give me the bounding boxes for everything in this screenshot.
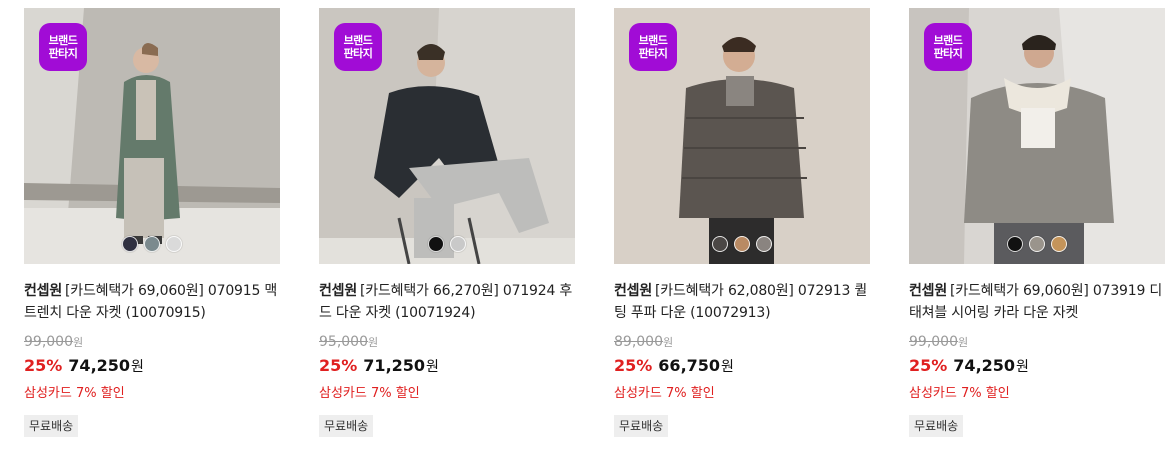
brand-name: 컨셉원 [614, 283, 653, 299]
discount-rate: 25% [24, 356, 63, 375]
color-swatches [319, 236, 575, 252]
product-card[interactable]: 브랜드 판타지 컨셉원 [카드혜택가 66,270원] 071924 후드 다운 … [319, 8, 575, 448]
product-card[interactable]: 브랜드 판타지 컨셉원 [카드혜택가 69,060원] 073919 디태쳐블 시… [909, 8, 1165, 448]
free-shipping-tag: 무료배송 [24, 415, 79, 437]
price-value: 66,750 [658, 356, 721, 375]
currency-unit: 원 [1016, 359, 1029, 375]
original-price-value: 99,000 [909, 334, 958, 350]
card-benefit: 삼성카드 7% 할인 [319, 386, 420, 401]
brand-name: 컨셉원 [909, 283, 948, 299]
color-swatch[interactable] [1029, 236, 1045, 252]
original-price: 95,000원 [319, 332, 575, 352]
original-price-value: 95,000 [319, 334, 368, 350]
price-value: 74,250 [68, 356, 131, 375]
color-swatch[interactable] [428, 236, 444, 252]
product-card[interactable]: 브랜드 판타지 컨셉원 [카드혜택가 69,060원] 070915 맥 트렌치 … [24, 8, 280, 448]
price-value: 74,250 [953, 356, 1016, 375]
brand-fantasy-badge: 브랜드 판타지 [334, 23, 382, 71]
free-shipping-tag: 무료배송 [909, 415, 964, 437]
color-swatch[interactable] [450, 236, 466, 252]
badge-line1: 브랜드 [638, 34, 668, 47]
product-image[interactable]: 브랜드 판타지 [24, 8, 280, 264]
original-price: 99,000원 [24, 332, 280, 352]
badge-line1: 브랜드 [343, 34, 373, 47]
brand-fantasy-badge: 브랜드 판타지 [39, 23, 87, 71]
color-swatch[interactable] [166, 236, 182, 252]
currency-unit: 원 [131, 359, 144, 375]
currency-unit: 원 [663, 336, 674, 349]
color-swatches [909, 236, 1165, 252]
product-image[interactable]: 브랜드 판타지 [909, 8, 1165, 264]
product-card[interactable]: 브랜드 판타지 컨셉원 [카드혜택가 62,080원] 072913 퀼팅 푸파 … [614, 8, 870, 448]
badge-line2: 판타지 [638, 47, 668, 60]
product-image[interactable]: 브랜드 판타지 [319, 8, 575, 264]
card-benefit: 삼성카드 7% 할인 [909, 386, 1010, 401]
sale-price: 25% 71,250 원 [319, 354, 575, 378]
color-swatch[interactable] [756, 236, 772, 252]
color-swatches [24, 236, 280, 252]
sale-price: 25% 66,750 원 [614, 354, 870, 378]
brand-fantasy-badge: 브랜드 판타지 [924, 23, 972, 71]
currency-unit: 원 [368, 336, 379, 349]
color-swatch[interactable] [712, 236, 728, 252]
original-price: 89,000원 [614, 332, 870, 352]
brand-fantasy-badge: 브랜드 판타지 [629, 23, 677, 71]
badge-line1: 브랜드 [933, 34, 963, 47]
badge-line2: 판타지 [343, 47, 373, 60]
color-swatch[interactable] [144, 236, 160, 252]
currency-unit: 원 [958, 336, 969, 349]
color-swatch[interactable] [1007, 236, 1023, 252]
original-price: 99,000원 [909, 332, 1165, 352]
sale-price: 25% 74,250 원 [24, 354, 280, 378]
color-swatch[interactable] [734, 236, 750, 252]
sale-price: 25% 74,250 원 [909, 354, 1165, 378]
free-shipping-tag: 무료배송 [319, 415, 374, 437]
discount-rate: 25% [319, 356, 358, 375]
card-benefit: 삼성카드 7% 할인 [24, 386, 125, 401]
color-swatch[interactable] [122, 236, 138, 252]
product-title[interactable]: 컨셉원 [카드혜택가 69,060원] 073919 디태쳐블 시어링 카라 다운… [909, 280, 1165, 324]
badge-line2: 판타지 [48, 47, 78, 60]
product-title[interactable]: 컨셉원 [카드혜택가 66,270원] 071924 후드 다운 자켓 (1007… [319, 280, 575, 324]
card-benefit: 삼성카드 7% 할인 [614, 386, 715, 401]
product-title[interactable]: 컨셉원 [카드혜택가 62,080원] 072913 퀼팅 푸파 다운 (1007… [614, 280, 870, 324]
discount-rate: 25% [614, 356, 653, 375]
currency-unit: 원 [73, 336, 84, 349]
discount-rate: 25% [909, 356, 948, 375]
brand-name: 컨셉원 [24, 283, 63, 299]
price-value: 71,250 [363, 356, 426, 375]
currency-unit: 원 [721, 359, 734, 375]
badge-line2: 판타지 [933, 47, 963, 60]
free-shipping-tag: 무료배송 [614, 415, 669, 437]
product-grid: 브랜드 판타지 컨셉원 [카드혜택가 69,060원] 070915 맥 트렌치 … [0, 0, 1174, 455]
color-swatches [614, 236, 870, 252]
currency-unit: 원 [426, 359, 439, 375]
color-swatch[interactable] [1051, 236, 1067, 252]
badge-line1: 브랜드 [48, 34, 78, 47]
original-price-value: 99,000 [24, 334, 73, 350]
original-price-value: 89,000 [614, 334, 663, 350]
brand-name: 컨셉원 [319, 283, 358, 299]
product-image[interactable]: 브랜드 판타지 [614, 8, 870, 264]
product-title[interactable]: 컨셉원 [카드혜택가 69,060원] 070915 맥 트렌치 다운 자켓 (1… [24, 280, 280, 324]
